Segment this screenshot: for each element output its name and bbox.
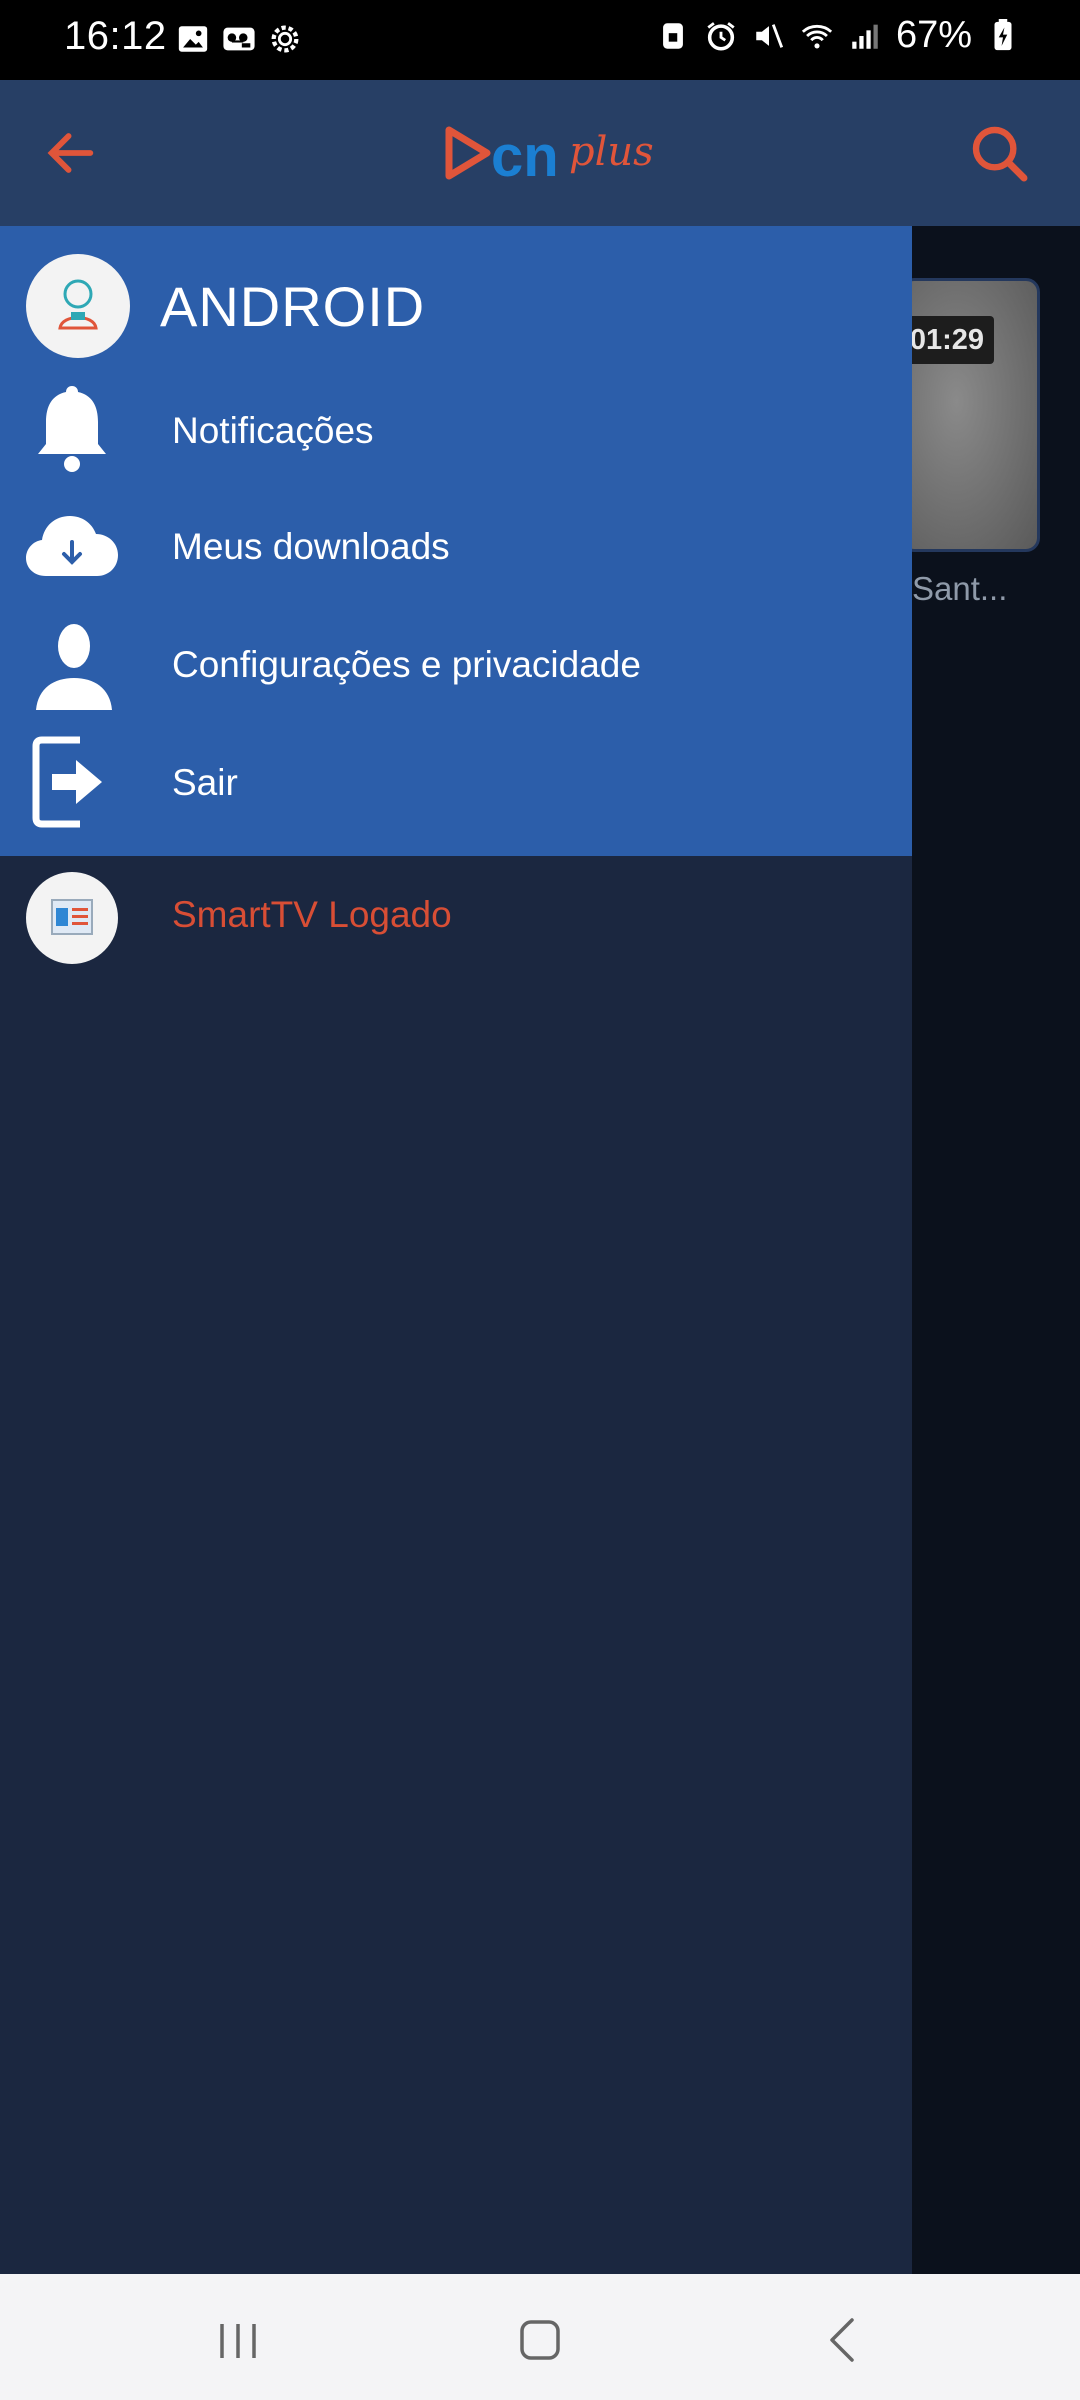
system-nav-bar (0, 2274, 1080, 2400)
user-avatar[interactable] (26, 254, 130, 358)
arrow-left-icon[interactable] (42, 124, 100, 182)
recents-icon[interactable] (208, 2310, 268, 2370)
image-icon (178, 26, 208, 52)
alarm-icon (707, 21, 735, 51)
navigation-drawer: ANDROID Notificações Meus downloads Conf… (0, 226, 912, 2274)
mute-icon (756, 23, 784, 48)
user-name: ANDROID (160, 275, 426, 338)
logo-plus-text: plus (569, 129, 653, 175)
home-icon[interactable] (510, 2310, 570, 2370)
status-right-icons: 67% (656, 14, 1020, 57)
wifi-icon (801, 24, 833, 48)
cloud-download-icon (26, 516, 118, 576)
video-title[interactable]: Sant... (912, 570, 1007, 608)
search-icon[interactable] (968, 122, 1032, 186)
user-avatar-icon (58, 279, 98, 330)
menu-item-notificacoes[interactable]: Notificações (0, 378, 912, 488)
lock-screen-icon (663, 22, 683, 49)
app-bar: cn plus (0, 80, 1080, 226)
menu-item-meus-downloads[interactable]: Meus downloads (0, 496, 912, 606)
back-icon[interactable] (814, 2310, 874, 2370)
menu-label-configuracoes: Configurações e privacidade (172, 644, 641, 685)
status-time: 16:12 (64, 14, 167, 58)
menu-label-notificacoes: Notificações (172, 410, 374, 451)
menu-label-meus-downloads: Meus downloads (172, 526, 450, 567)
signal-icon (852, 24, 878, 49)
menu-item-configuracoes[interactable]: Configurações e privacidade (0, 614, 912, 724)
menu-item-sair[interactable]: Sair (0, 732, 912, 842)
smarttv-label[interactable]: SmartTV Logado (172, 894, 452, 936)
voicemail-icon (223, 27, 255, 51)
logo-cn-text: cn (491, 124, 559, 189)
battery-icon (994, 18, 1012, 50)
status-bar: 16:12 67% (0, 0, 1080, 80)
status-left-icons (176, 22, 302, 56)
menu-label-sair: Sair (172, 762, 238, 803)
settings-gear-icon (271, 25, 299, 53)
logout-icon (32, 736, 102, 828)
user-silhouette-icon (36, 624, 112, 710)
bell-icon (38, 386, 106, 472)
cnplus-logo: cn plus (445, 124, 653, 189)
smarttv-avatar[interactable] (26, 872, 118, 964)
drawer-header: ANDROID Notificações Meus downloads Conf… (0, 226, 912, 856)
battery-percent: 67% (895, 14, 972, 56)
smarttv-icon (51, 899, 93, 935)
